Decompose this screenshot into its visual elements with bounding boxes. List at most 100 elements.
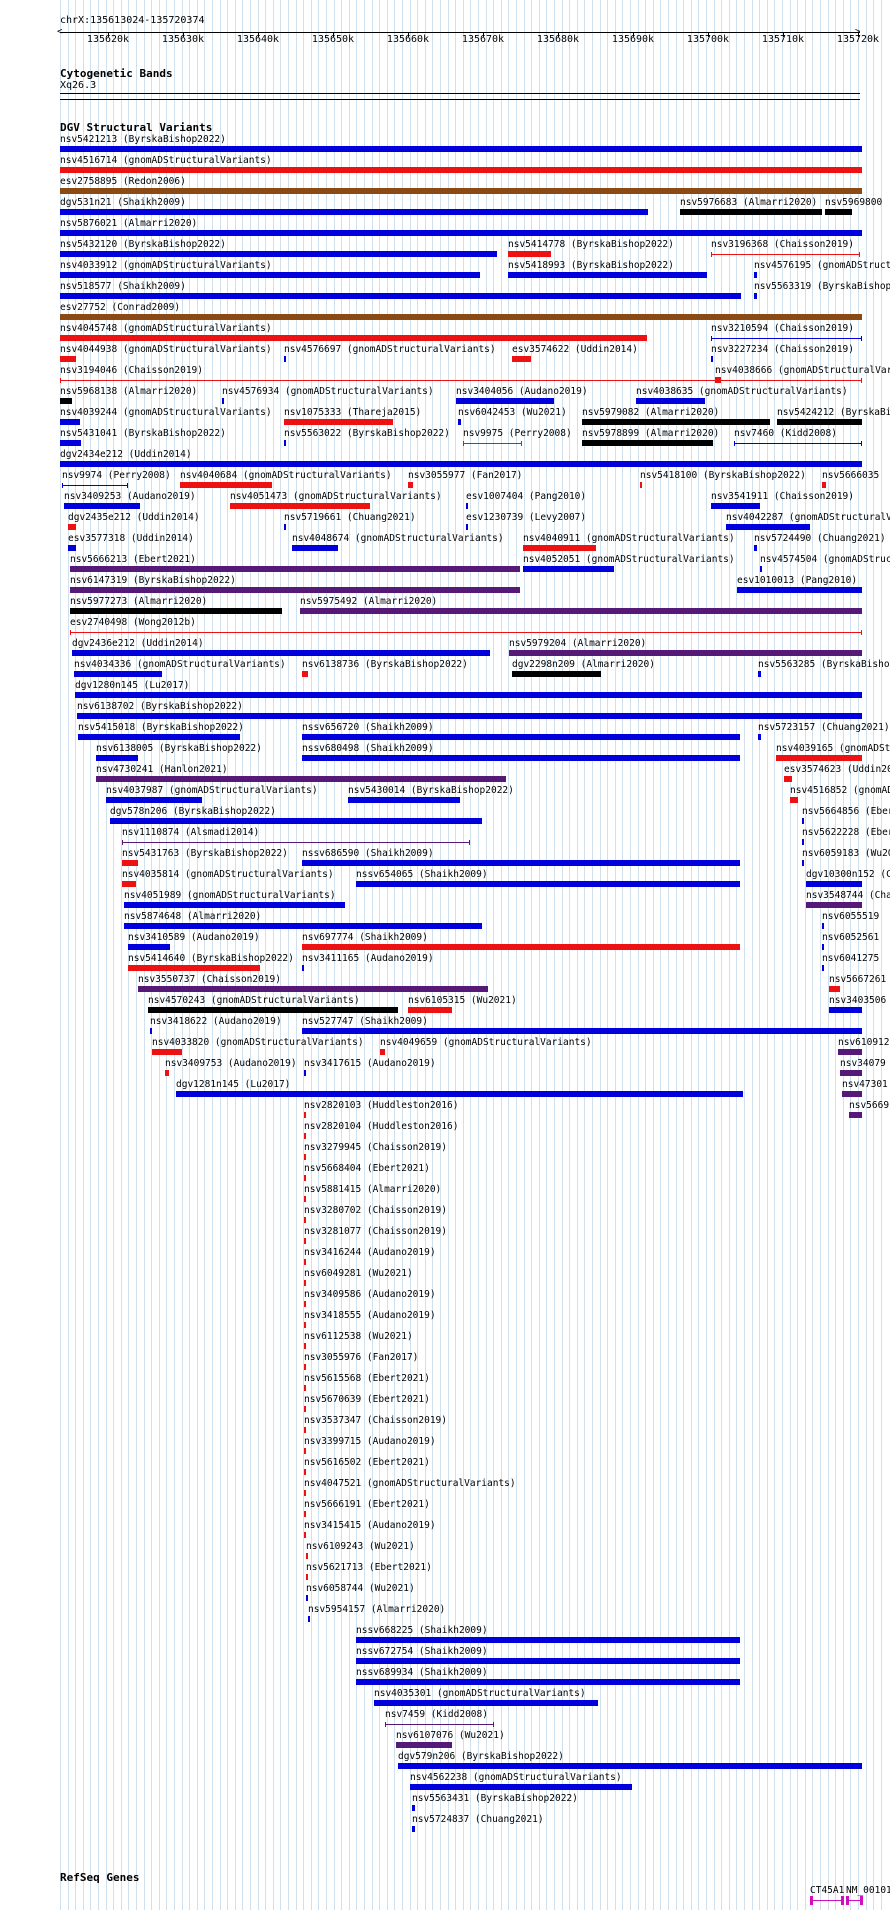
variant-label[interactable]: nsv5421213 (ByrskaBishop2022) — [60, 134, 226, 145]
variant-label[interactable]: nsv3281077 (Chaisson2019) — [304, 1226, 447, 1237]
variant-label[interactable]: nsv3194046 (Chaisson2019) — [60, 365, 203, 376]
variant-bar[interactable] — [715, 377, 721, 383]
variant-bar[interactable] — [68, 545, 76, 551]
variant-label[interactable]: nsv5979082 (Almarri2020) — [582, 407, 719, 418]
variant-label[interactable]: nssv680498 (Shaikh2009) — [302, 743, 434, 754]
variant-label[interactable]: nsv5977273 (Almarri2020) — [70, 596, 207, 607]
variant-bar[interactable] — [523, 545, 596, 551]
variant-label[interactable]: dgv531n21 (Shaikh2009) — [60, 197, 186, 208]
variant-bar[interactable] — [60, 356, 76, 362]
variant-label[interactable]: esv2740498 (Wong2012b) — [70, 617, 196, 628]
variant-bar[interactable] — [304, 1154, 306, 1160]
variant-label[interactable]: nsv4033912 (gnomADStructuralVariants) — [60, 260, 272, 271]
variant-label[interactable]: nsv5723157 (Chuang2021) — [758, 722, 890, 733]
variant-bar[interactable] — [758, 734, 761, 740]
variant-label[interactable]: nsv3227234 (Chaisson2019) — [711, 344, 854, 355]
variant-bar[interactable] — [60, 461, 862, 467]
variant-label[interactable]: nsv6041275 — [822, 953, 879, 964]
variant-bar[interactable] — [60, 272, 480, 278]
variant-label[interactable]: dgv2434e212 (Uddin2014) — [60, 449, 192, 460]
variant-bar[interactable] — [284, 419, 393, 425]
variant-label[interactable]: nsv5563285 (ByrskaBishop2022) — [758, 659, 890, 670]
variant-bar[interactable] — [822, 944, 824, 950]
gene-exon[interactable] — [841, 1896, 844, 1905]
variant-bar[interactable] — [412, 1805, 415, 1811]
variant-bar[interactable] — [410, 1784, 632, 1790]
variant-bar[interactable] — [466, 524, 468, 530]
variant-bar[interactable] — [304, 1133, 306, 1139]
variant-bar[interactable] — [508, 251, 551, 257]
variant-label[interactable]: nsv3411165 (Audano2019) — [302, 953, 434, 964]
variant-bar[interactable] — [77, 713, 862, 719]
variant-bar[interactable] — [128, 965, 260, 971]
variant-label[interactable]: nsv5431763 (ByrskaBishop2022) — [122, 848, 288, 859]
variant-bar[interactable] — [754, 545, 757, 551]
variant-bar[interactable] — [374, 1700, 598, 1706]
variant-bar[interactable] — [711, 503, 760, 509]
variant-bar[interactable] — [304, 1490, 306, 1496]
variant-label[interactable]: nsv3417615 (Audano2019) — [304, 1058, 436, 1069]
variant-bar[interactable] — [302, 944, 740, 950]
variant-label[interactable]: nsv3409253 (Audano2019) — [64, 491, 196, 502]
variant-label[interactable]: esv1230739 (Levy2007) — [466, 512, 586, 523]
variant-bar[interactable] — [304, 1448, 306, 1454]
variant-bar[interactable] — [711, 356, 713, 362]
variant-bar[interactable] — [304, 1217, 306, 1223]
variant-bar[interactable] — [302, 860, 740, 866]
variant-label[interactable]: nsv3409586 (Audano2019) — [304, 1289, 436, 1300]
gene-intron-line[interactable] — [810, 1900, 843, 1901]
variant-bar[interactable] — [802, 860, 804, 866]
variant-label[interactable]: nsv47301 — [842, 1079, 888, 1090]
variant-label[interactable]: nsv5666213 (Ebert2021) — [70, 554, 196, 565]
variant-bar[interactable] — [304, 1070, 306, 1076]
gene-exon[interactable] — [810, 1896, 813, 1905]
variant-label[interactable]: nsv4562238 (gnomADStructuralVariants) — [410, 1772, 622, 1783]
variant-bar[interactable] — [302, 671, 308, 677]
variant-bar[interactable] — [512, 356, 531, 362]
variant-label[interactable]: nsv5670639 (Ebert2021) — [304, 1394, 430, 1405]
variant-label[interactable]: nsv34079 — [840, 1058, 886, 1069]
gene-exon[interactable] — [846, 1896, 849, 1905]
variant-label[interactable]: nsv5969800 — [825, 197, 882, 208]
variant-label[interactable]: nsv6042453 (Wu2021) — [458, 407, 567, 418]
variant-bar[interactable] — [636, 398, 705, 404]
variant-label[interactable]: esv3574623 (Uddin2014) — [784, 764, 890, 775]
variant-label[interactable]: esv3574622 (Uddin2014) — [512, 344, 638, 355]
variant-label[interactable]: dgv1280n145 (Lu2017) — [75, 680, 189, 691]
variant-label[interactable]: nsv5616502 (Ebert2021) — [304, 1457, 430, 1468]
variant-label[interactable]: nsv5976683 (Almarri2020) — [680, 197, 817, 208]
variant-label[interactable]: nsv5968138 (Almarri2020) — [60, 386, 197, 397]
variant-label[interactable]: nsv5418993 (ByrskaBishop2022) — [508, 260, 674, 271]
variant-label[interactable]: nsv4045748 (gnomADStructuralVariants) — [60, 323, 272, 334]
variant-label[interactable]: nsv5978899 (Almarri2020) — [582, 428, 719, 439]
variant-bar[interactable] — [842, 1091, 862, 1097]
variant-bar[interactable] — [70, 608, 282, 614]
variant-bar[interactable] — [150, 1028, 152, 1034]
variant-bar[interactable] — [754, 272, 757, 278]
variant-label[interactable]: nsv5724837 (Chuang2021) — [412, 1814, 544, 1825]
variant-label[interactable]: nsv3399715 (Audano2019) — [304, 1436, 436, 1447]
variant-bar[interactable] — [776, 755, 862, 761]
variant-bar[interactable] — [122, 860, 138, 866]
variant-label[interactable]: nsv6138005 (ByrskaBishop2022) — [96, 743, 262, 754]
variant-bar[interactable] — [758, 671, 761, 677]
variant-label[interactable]: esv3577318 (Uddin2014) — [68, 533, 194, 544]
variant-bar[interactable] — [512, 671, 601, 677]
variant-label[interactable]: nsv6052561 — [822, 932, 879, 943]
variant-label[interactable]: nsv4576697 (gnomADStructuralVariants) — [284, 344, 496, 355]
variant-bar[interactable] — [148, 1007, 398, 1013]
variant-bar[interactable] — [308, 1616, 310, 1622]
variant-bar[interactable] — [306, 1553, 308, 1559]
variant-label[interactable]: nsv4570243 (gnomADStructuralVariants) — [148, 995, 360, 1006]
variant-label[interactable]: nsv4037987 (gnomADStructuralVariants) — [106, 785, 318, 796]
variant-label[interactable]: nsv3279945 (Chaisson2019) — [304, 1142, 447, 1153]
variant-bar[interactable] — [60, 335, 647, 341]
variant-label[interactable]: nsv4576934 (gnomADStructuralVariants) — [222, 386, 434, 397]
variant-bar[interactable] — [509, 650, 862, 656]
variant-label[interactable]: nsv3537347 (Chaisson2019) — [304, 1415, 447, 1426]
variant-label[interactable]: nsv7459 (Kidd2008) — [385, 1709, 488, 1720]
variant-span-line[interactable] — [122, 842, 470, 843]
variant-label[interactable]: nsv5563319 (ByrskaBishop2022) — [754, 281, 890, 292]
variant-bar[interactable] — [152, 1049, 182, 1055]
variant-label[interactable]: nsv3550737 (Chaisson2019) — [138, 974, 281, 985]
